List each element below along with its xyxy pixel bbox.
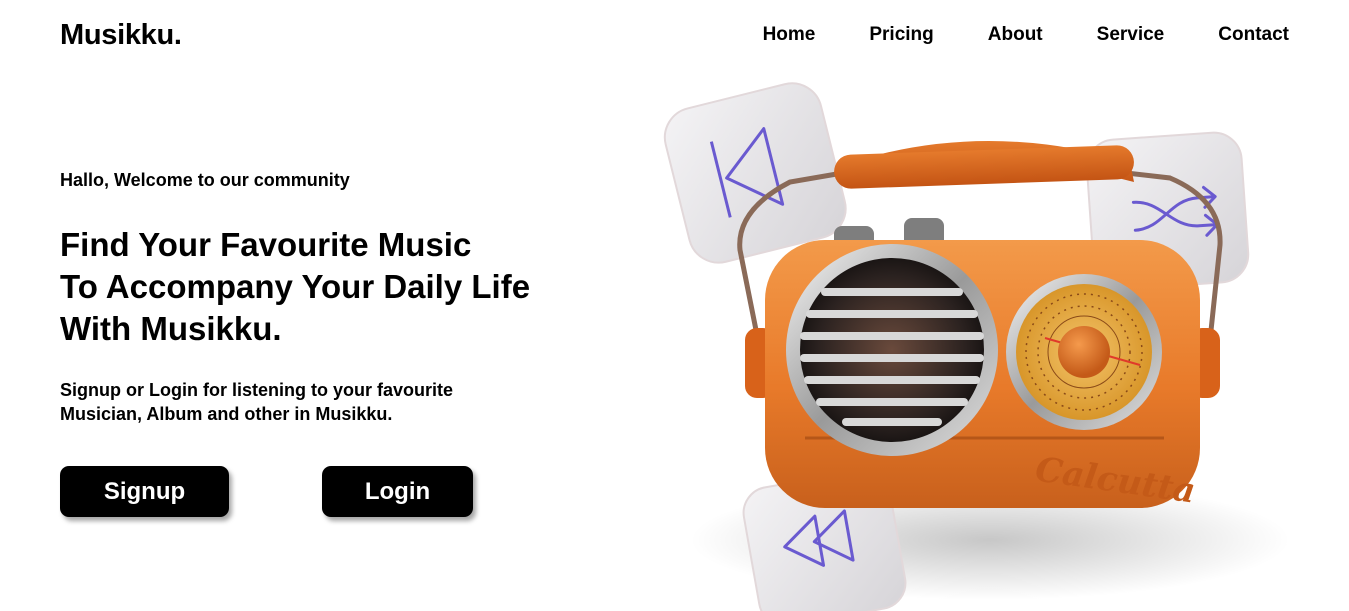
nav-service[interactable]: Service: [1097, 24, 1165, 46]
hero-headline: Find Your Favourite Music To Accompany Y…: [60, 224, 530, 350]
main-nav: Home Pricing About Service Contact: [763, 24, 1289, 46]
brand-logo[interactable]: Musikku.: [60, 19, 182, 52]
headline-line-2: To Accompany Your Daily Life: [60, 268, 531, 305]
headline-line-3: With Musikku.: [60, 310, 282, 347]
signup-button[interactable]: Signup: [60, 466, 229, 517]
nav-contact[interactable]: Contact: [1218, 24, 1289, 46]
login-button[interactable]: Login: [322, 466, 473, 517]
welcome-text: Hallo, Welcome to our community: [60, 170, 350, 190]
hero-subtext: Signup or Login for listening to your fa…: [60, 380, 453, 424]
nav-pricing[interactable]: Pricing: [869, 24, 933, 46]
nav-about[interactable]: About: [988, 24, 1043, 46]
nav-home[interactable]: Home: [763, 24, 816, 46]
headline-line-1: Find Your Favourite Music: [60, 226, 472, 263]
speaker-grille: [786, 244, 998, 456]
hero-illustration: Calcutta: [650, 70, 1290, 611]
tuning-dial: [1006, 274, 1162, 430]
radio-illustration: Calcutta: [663, 82, 1290, 611]
